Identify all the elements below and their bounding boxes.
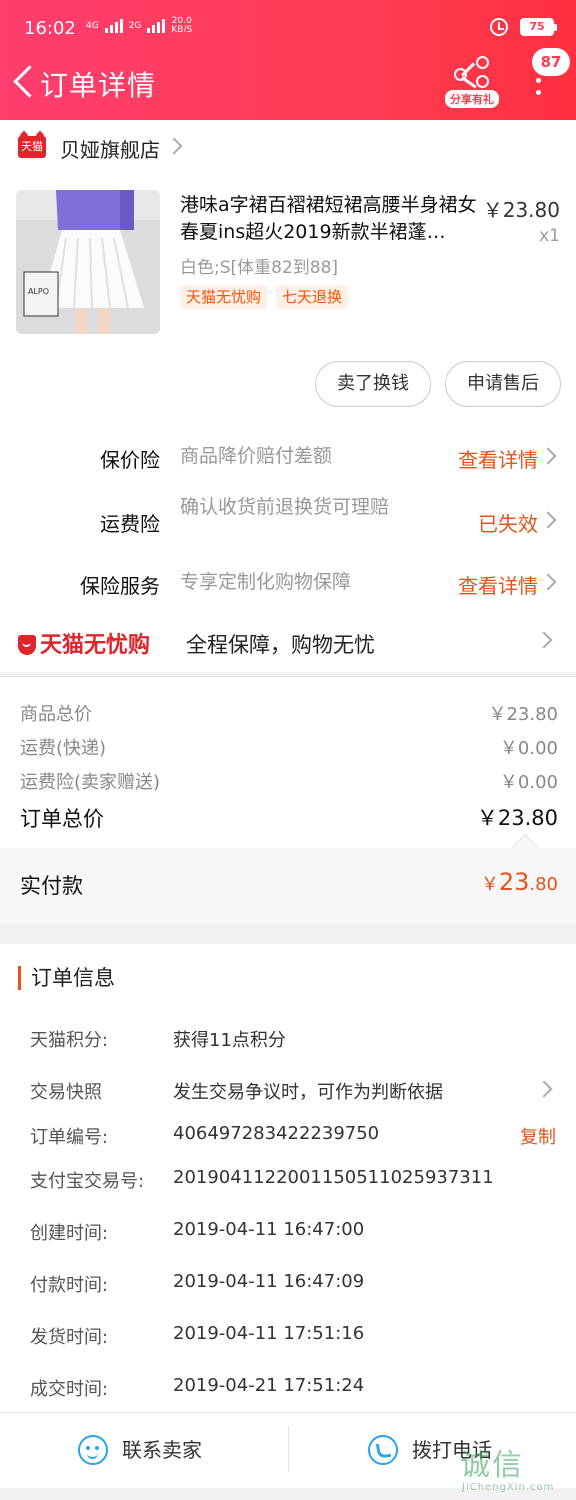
order-number-value: 406497283422239750 — [173, 1123, 380, 1144]
net-2g-label: 2G — [128, 20, 142, 31]
insurance-desc: 确认收货前退换货可理赔 — [180, 496, 390, 518]
order-total-label: 订单总价 — [20, 807, 104, 831]
info-label: 天猫积分: — [30, 1030, 109, 1051]
paid-currency: ￥ — [480, 874, 499, 895]
price-label: 运费(快递) — [20, 738, 107, 759]
tmall-guarantee-text: 全程保障，购物无忧 — [186, 633, 375, 657]
insurance-row-shipping[interactable]: 运费险 确认收货前退换货可理赔 已失效 — [0, 490, 576, 550]
net-4g-label: 4G — [86, 20, 99, 31]
info-value: 2019-04-11 17:51:16 — [173, 1323, 365, 1344]
paid-label: 实付款 — [20, 874, 83, 898]
contact-seller-button[interactable]: 联系卖家 — [78, 1428, 202, 1472]
info-value: 获得11点积分 — [173, 1030, 286, 1051]
insurance-row-service[interactable]: 保险服务 专享定制化购物保障 查看详情 — [0, 552, 576, 612]
insurance-status[interactable]: 已失效 — [478, 508, 538, 537]
info-label: 成交时间: — [30, 1379, 109, 1400]
price-label: 运费险(卖家赠送) — [20, 772, 161, 793]
net-speed: 20.0 KB/S — [171, 17, 192, 35]
tag-worry-free: 天猫无忧购 — [180, 285, 268, 309]
sell-for-cash-button[interactable]: 卖了换钱 — [315, 361, 431, 407]
info-value: 2019-04-21 17:51:24 — [173, 1375, 365, 1396]
divider — [288, 1426, 289, 1472]
insurance-action[interactable]: 查看详情 — [458, 444, 538, 473]
price-value: ￥0.00 — [499, 772, 558, 793]
insurance-label: 保险服务 — [80, 574, 160, 598]
message-count-badge[interactable]: 87 — [532, 48, 570, 76]
info-label[interactable]: 交易快照 — [30, 1078, 102, 1104]
info-value: 2019-04-11 16:47:09 — [173, 1271, 365, 1292]
share-icon — [452, 56, 492, 89]
share-label: 分享有礼 — [445, 90, 499, 108]
signal-bars-icon — [147, 19, 166, 33]
info-value: 2019-04-11 16:47:00 — [173, 1219, 365, 1240]
insurance-action[interactable]: 查看详情 — [458, 570, 538, 599]
store-name[interactable]: 贝娅旗舰店 — [60, 134, 160, 163]
alarm-icon — [490, 18, 508, 36]
product-sku: 白色;S[体重82到88] — [180, 258, 339, 278]
back-button[interactable] — [10, 62, 40, 102]
product-quantity: x1 — [539, 226, 560, 246]
header: 16:02 4G 2G 20.0 KB/S 75 订单详情 分享有礼 87 — [0, 0, 576, 120]
info-value: 2019041122001150511025937311 — [173, 1167, 494, 1188]
paid-integer: 23 — [498, 868, 530, 896]
insurance-label: 保价险 — [100, 448, 160, 472]
status-right: 75 — [490, 18, 557, 36]
price-value: ￥23.80 — [488, 704, 558, 725]
page-title: 订单详情 — [40, 69, 157, 102]
phone-icon — [368, 1435, 398, 1465]
order-total-value: ￥23.80 — [476, 806, 558, 830]
info-label: 支付宝交易号: — [30, 1171, 145, 1192]
watermark-text: 诚信 — [460, 1448, 524, 1483]
product-image[interactable]: ALPO — [16, 190, 160, 334]
product-title[interactable]: 港味a字裙百褶裙短裙高腰半身裙女春夏ins超火2019新款半裙蓬… — [180, 192, 480, 246]
product-photo: ALPO — [16, 190, 160, 334]
chat-face-icon — [78, 1435, 108, 1465]
info-label: 创建时间: — [30, 1223, 109, 1244]
status-bar: 16:02 4G 2G 20.0 KB/S 75 — [0, 0, 576, 56]
price-label: 商品总价 — [20, 704, 92, 725]
tmall-worry-free-logo-text: 天猫无忧购 — [40, 633, 151, 658]
tag-seven-day-return: 七天退换 — [276, 285, 349, 309]
product-price: ￥23.80 — [482, 198, 560, 222]
chevron-right-icon — [539, 573, 557, 591]
insurance-label: 运费险 — [100, 512, 160, 536]
info-label: 发货时间: — [30, 1327, 109, 1348]
insurance-desc: 专享定制化购物保障 — [180, 571, 352, 593]
order-info-title: 订单信息 — [18, 966, 115, 990]
contact-seller-label: 联系卖家 — [122, 1438, 202, 1462]
info-label: 订单编号: — [30, 1127, 109, 1148]
share-button[interactable]: 分享有礼 — [444, 56, 500, 110]
info-value[interactable]: 发生交易争议时，可作为判断依据 — [173, 1078, 443, 1104]
network-indicators: 4G 2G 20.0 KB/S — [86, 17, 192, 35]
insurance-desc: 商品降价赔付差额 — [180, 445, 333, 467]
apply-after-sale-button[interactable]: 申请售后 — [445, 361, 561, 407]
status-time: 16:02 — [24, 18, 76, 39]
chevron-right-icon — [539, 447, 557, 465]
insurance-row-price-protection[interactable]: 保价险 商品降价赔付差额 查看详情 — [0, 426, 576, 486]
tmall-worry-free-logo: 天猫无忧购 — [18, 627, 150, 659]
battery-icon: 75 — [520, 18, 557, 36]
signal-bars-icon — [104, 19, 123, 33]
paid-decimal: .80 — [529, 874, 558, 895]
paid-value: ￥23.80 — [481, 868, 558, 896]
watermark: 诚信 JiChengXin.com — [458, 1440, 576, 1500]
info-label: 付款时间: — [30, 1275, 109, 1296]
price-value: ￥0.00 — [499, 738, 558, 759]
shield-icon — [18, 635, 36, 655]
copy-order-number-button[interactable]: 复制 — [520, 1123, 556, 1149]
net-speed-unit: KB/S — [171, 25, 193, 35]
watermark-url: JiChengXin.com — [462, 1482, 555, 1493]
product-photo-bag-text: ALPO — [28, 287, 49, 296]
tmall-store-icon: 天猫 — [18, 136, 46, 158]
chevron-right-icon — [539, 511, 557, 529]
